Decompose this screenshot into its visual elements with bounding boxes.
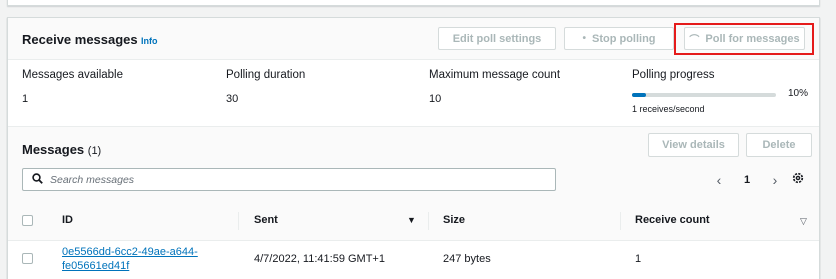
- sort-down-icon[interactable]: ▼: [407, 215, 416, 225]
- search-input[interactable]: [50, 171, 550, 188]
- column-header-receive-count[interactable]: Receive count: [635, 214, 710, 226]
- progress-fill: [632, 93, 647, 97]
- pagination: ‹ 1 ›: [712, 171, 782, 189]
- column-divider: [428, 212, 429, 230]
- message-id-line-2: fe05661ed41f: [62, 260, 130, 272]
- messages-title: Messages (1): [22, 142, 101, 157]
- stat-max-message-count: Maximum message count 10: [429, 60, 619, 126]
- delete-button[interactable]: Delete: [746, 133, 812, 157]
- stat-value: 30: [226, 93, 239, 105]
- stat-polling-duration: Polling duration 30: [226, 60, 416, 126]
- chevron-right-icon[interactable]: ›: [768, 172, 782, 188]
- chevron-left-icon[interactable]: ‹: [712, 172, 726, 188]
- gear-icon[interactable]: [789, 171, 807, 189]
- panel-title: Receive messages: [22, 32, 138, 47]
- message-sent: 4/7/2022, 11:41:59 GMT+1: [254, 253, 385, 265]
- receive-messages-panel: Receive messages Info Edit poll settings…: [7, 17, 820, 279]
- messages-count: (1): [87, 145, 102, 157]
- stat-polling-progress: Polling progress 10% 1 receives/second: [632, 60, 812, 126]
- stat-label: Polling duration: [226, 69, 306, 81]
- row-checkbox[interactable]: [22, 253, 33, 264]
- view-details-button[interactable]: View details: [648, 133, 739, 157]
- stat-label: Messages available: [22, 69, 124, 81]
- info-link[interactable]: Info: [141, 36, 158, 46]
- stat-label: Maximum message count: [429, 69, 561, 81]
- messages-title-text: Messages: [22, 142, 85, 157]
- stop-polling-button[interactable]: • Stop polling: [564, 27, 674, 50]
- column-header-sent[interactable]: Sent: [254, 214, 278, 226]
- table-header: ID Sent ▼ Size Receive count ▽: [8, 200, 819, 241]
- page-number[interactable]: 1: [744, 174, 750, 186]
- edit-poll-settings-button[interactable]: Edit poll settings: [438, 27, 556, 50]
- message-id-line-1: 0e5566dd-6cc2-49ae-a644-: [62, 246, 198, 258]
- view-details-label: View details: [662, 139, 725, 151]
- stop-icon: •: [582, 33, 586, 44]
- column-header-id[interactable]: ID: [62, 214, 73, 226]
- select-all-checkbox[interactable]: [22, 215, 33, 226]
- panel-header: Receive messages Info Edit poll settings…: [8, 18, 819, 60]
- polling-stats: Messages available 1 Polling duration 30…: [8, 60, 819, 126]
- progress-percent: 10%: [788, 88, 809, 99]
- stat-messages-available: Messages available 1: [22, 60, 212, 126]
- messages-section: Messages (1) View details Delete ‹ 1 › I: [8, 126, 819, 279]
- message-receive-count: 1: [635, 253, 642, 265]
- stop-polling-label: Stop polling: [591, 32, 656, 45]
- delete-label: Delete: [762, 139, 796, 151]
- sort-caret-icon[interactable]: ▽: [800, 216, 807, 227]
- table-row[interactable]: 0e5566dd-6cc2-49ae-a644- fe05661ed41f 4/…: [8, 241, 819, 279]
- highlight-box: [674, 23, 814, 55]
- stat-value: 1: [22, 93, 29, 105]
- column-header-size[interactable]: Size: [443, 214, 465, 226]
- message-size: 247 bytes: [443, 253, 491, 265]
- search-icon: [32, 173, 43, 187]
- edit-poll-settings-label: Edit poll settings: [452, 32, 542, 45]
- stat-label: Polling progress: [632, 69, 715, 81]
- progress-rate: 1 receives/second: [632, 104, 705, 114]
- previous-panel-edge: [0, 0, 836, 7]
- progress-bar: [632, 93, 776, 97]
- column-divider: [620, 212, 621, 230]
- message-id-link[interactable]: 0e5566dd-6cc2-49ae-a644- fe05661ed41f: [62, 245, 198, 273]
- column-divider: [238, 212, 239, 230]
- search-box: [22, 168, 556, 191]
- stat-value: 10: [429, 93, 442, 105]
